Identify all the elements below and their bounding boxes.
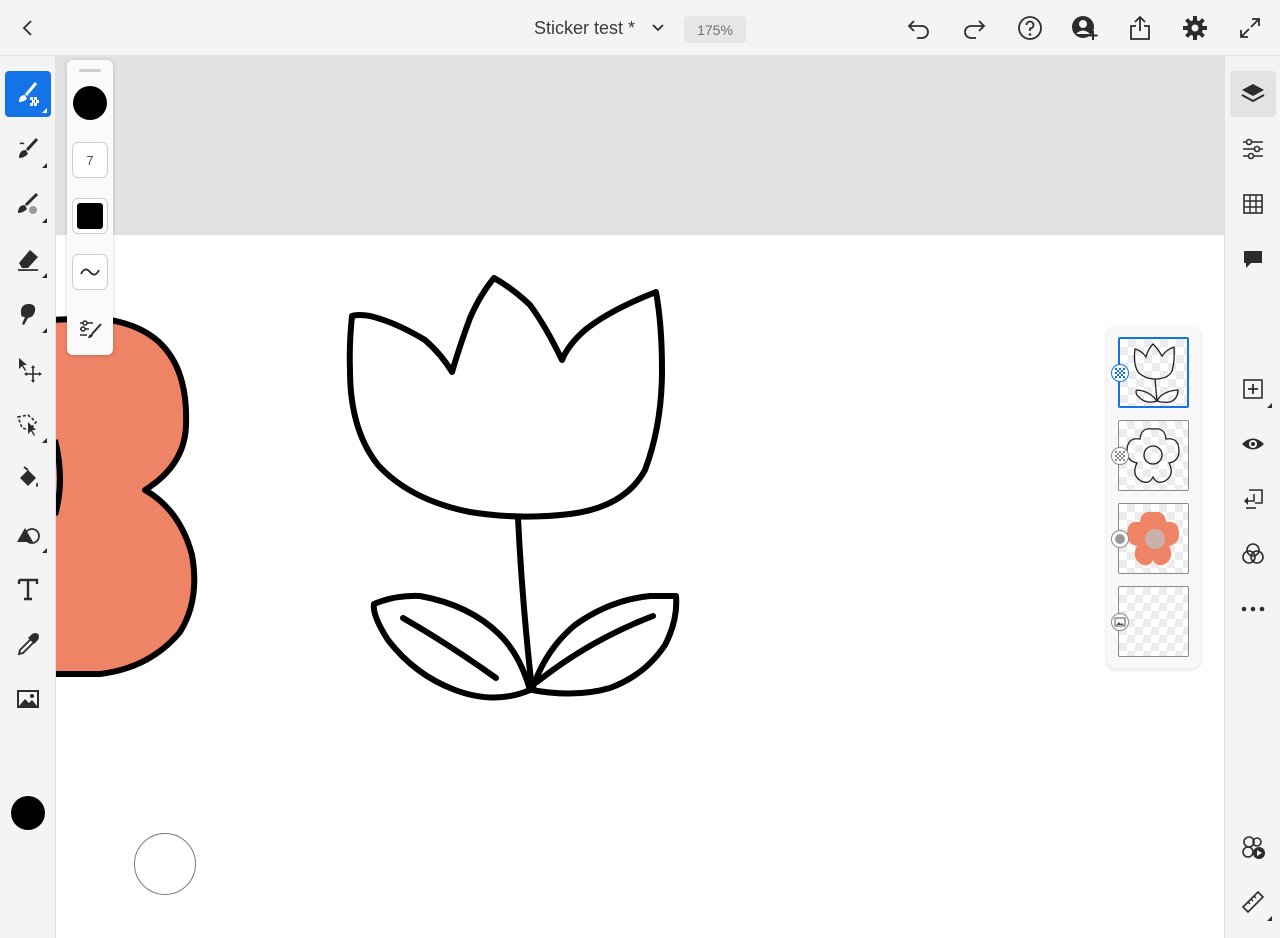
comments-button[interactable] [1230,236,1276,282]
workspace-background [56,56,1224,235]
grid-icon [1243,194,1263,214]
eyedropper-icon [17,633,39,656]
layers-panel [1107,327,1200,668]
live-brush-tool[interactable] [5,126,51,172]
pixel-layer-icon [1115,451,1125,461]
add-layer-button[interactable] [1230,366,1276,412]
paint-bucket-icon [20,466,38,487]
right-toolbar [1224,56,1280,938]
settings-button[interactable] [1175,8,1215,48]
drawing-canvas[interactable] [56,235,1224,938]
undo-icon [907,20,929,39]
ruler-icon [1241,890,1265,914]
redo-button[interactable] [954,8,994,48]
stroke-smoothing-button[interactable] [72,254,108,290]
visibility-button[interactable] [1230,421,1276,467]
ruler-button[interactable] [1230,879,1276,925]
top-bar: Sticker test * 175% [0,0,1280,56]
mixer-brush-icon [18,192,39,214]
pixel-layer-icon [1115,368,1125,378]
brush-settings-icon [80,320,102,338]
sliders-icon [1243,138,1263,160]
move-tool[interactable] [5,346,51,392]
merge-down-icon [1244,489,1263,509]
share-button[interactable] [1120,8,1160,48]
flower-outline-thumbnail [1126,428,1180,483]
artwork [56,275,680,701]
more-options-button[interactable] [1230,586,1276,632]
invite-user-icon [1072,16,1098,40]
smudge-tool[interactable] [5,291,51,337]
chevron-down-icon [652,24,664,32]
layers-icon [1241,84,1265,103]
paint-layer-icon [1115,534,1125,544]
undo-button[interactable] [899,8,939,48]
brush-settings-panel: 7 [67,60,113,355]
text-icon [17,578,39,601]
left-toolbar [0,56,56,938]
eyedropper-tool[interactable] [5,621,51,667]
blend-mode-button[interactable] [1230,531,1276,577]
help-icon [1018,16,1042,40]
brush-preview-button[interactable] [72,198,108,234]
invite-button[interactable] [1065,8,1105,48]
current-color-swatch[interactable] [11,796,45,830]
share-icon [1130,15,1150,40]
shapes-icon [17,528,40,544]
shapes-tool[interactable] [5,511,51,557]
add-layer-icon [1243,379,1263,399]
pixel-brush-icon [19,82,39,106]
livestream-icon [1242,836,1265,859]
livestream-button[interactable] [1230,824,1276,870]
brush-settings-button[interactable] [72,311,108,347]
eraser-tool[interactable] [5,236,51,282]
move-icon [19,358,42,383]
layer-type-badge[interactable] [1111,530,1129,548]
layer-type-badge[interactable] [1111,447,1129,465]
more-icon [1241,606,1265,612]
document-title[interactable]: Sticker test * [534,18,635,39]
brush-size-field[interactable]: 7 [72,142,108,178]
layers-button[interactable] [1230,71,1276,117]
blend-mode-icon [1242,543,1264,564]
tulip-thumbnail [1133,343,1179,403]
layer-properties-button[interactable] [1230,126,1276,172]
layer-type-badge[interactable] [1111,613,1129,631]
eye-icon [1242,438,1264,450]
flower-fill-thumbnail [1127,511,1179,566]
tulip-drawing [346,275,680,701]
title-dropdown-button[interactable] [642,12,674,44]
merge-down-button[interactable] [1230,476,1276,522]
image-icon [17,690,39,708]
lasso-select-tool[interactable] [5,401,51,447]
brush-color-swatch[interactable] [73,86,107,120]
brush-cursor-indicator [134,833,196,895]
redo-icon [964,20,986,39]
brush-tip-preview [77,203,103,229]
comment-icon [1244,251,1262,268]
wave-icon [80,268,100,276]
chevron-left-icon [22,20,32,36]
fill-tool[interactable] [5,456,51,502]
expand-icon [1240,18,1260,38]
pixel-brush-tool[interactable] [5,71,51,117]
layer-type-badge[interactable] [1111,364,1129,382]
fullscreen-button[interactable] [1230,8,1270,48]
text-tool[interactable] [5,566,51,612]
back-button[interactable] [8,8,48,48]
grid-button[interactable] [1230,181,1276,227]
image-layer-icon [1114,617,1126,627]
panel-drag-handle[interactable] [79,69,101,72]
mixer-brush-tool[interactable] [5,181,51,227]
lasso-icon [16,414,38,436]
gear-icon [1183,16,1207,40]
flower-petal-shape [56,315,198,677]
eraser-icon [18,250,38,271]
zoom-level[interactable]: 175% [684,16,746,43]
smudge-icon [20,304,36,325]
live-brush-icon [19,137,39,158]
image-tool[interactable] [5,676,51,722]
help-button[interactable] [1010,8,1050,48]
